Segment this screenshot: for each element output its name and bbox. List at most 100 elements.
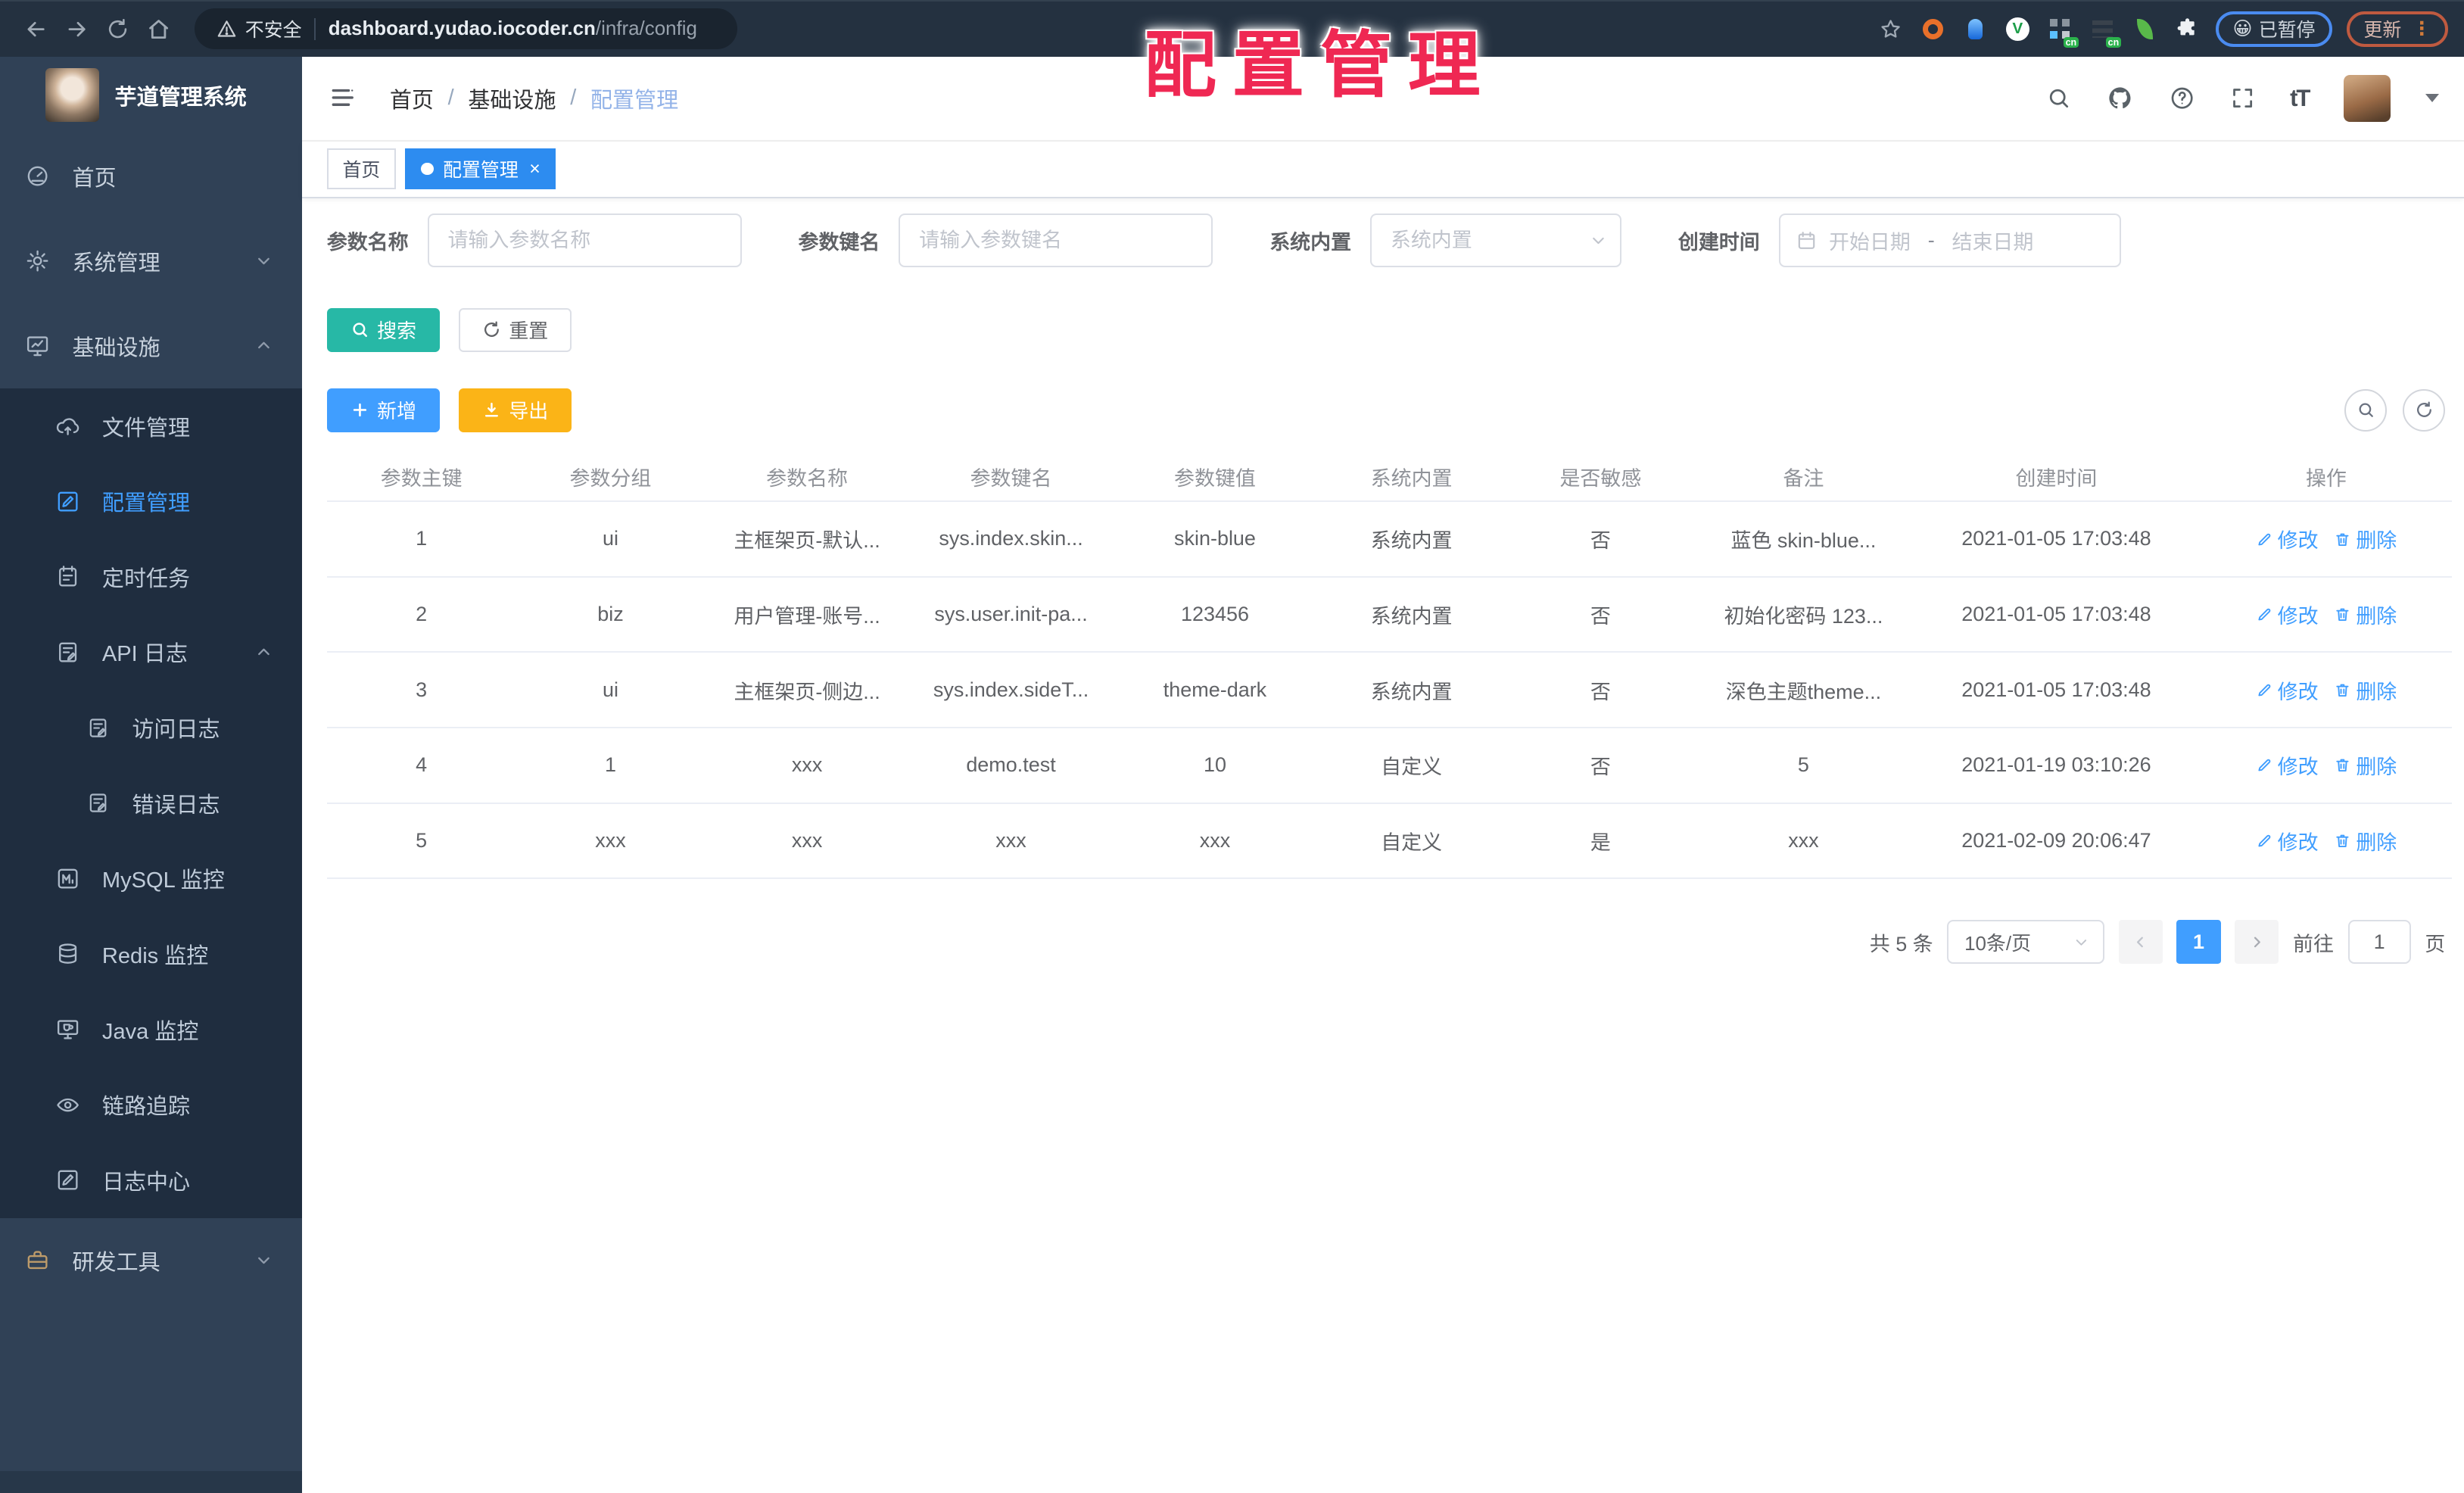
trash-icon <box>2336 684 2349 697</box>
chevron-up-icon <box>254 336 273 355</box>
header-search-icon[interactable] <box>2046 86 2071 111</box>
plus-icon <box>353 404 366 417</box>
page-size-select[interactable] <box>1947 920 2104 965</box>
chevron-left-icon <box>2137 937 2144 948</box>
total-count: 共 5 条 <box>1869 932 1933 955</box>
delete-link[interactable]: 删除 <box>2334 600 2397 629</box>
sidebar-item-java-monitor[interactable]: Java 监控 <box>0 992 302 1068</box>
bookmark-star-icon[interactable] <box>1877 15 1905 43</box>
add-button[interactable]: 新增 <box>326 388 441 432</box>
grid-cn-extension-icon[interactable]: cn <box>2046 15 2079 48</box>
tag-config-management[interactable]: 配置管理 × <box>405 148 556 190</box>
puzzle-extensions-icon[interactable] <box>2173 15 2201 43</box>
app-logo-row[interactable]: 芋道管理系统 <box>0 57 302 134</box>
update-button[interactable]: 更新 ⋮ <box>2346 11 2449 48</box>
green-leaf-extension-icon[interactable] <box>2131 15 2159 43</box>
sidebar-item-file-management[interactable]: 文件管理 <box>0 388 302 464</box>
page-size-value[interactable] <box>1947 920 2104 965</box>
edit-link[interactable]: 修改 <box>2256 826 2319 856</box>
sidebar-item-log-center[interactable]: 日志中心 <box>0 1142 302 1218</box>
paused-badge[interactable]: 😀 已暂停 <box>2215 11 2333 48</box>
delete-link[interactable]: 删除 <box>2334 750 2397 780</box>
sidebar-item-config-management[interactable]: 配置管理 <box>0 463 302 539</box>
tag-home[interactable]: 首页 <box>326 148 396 190</box>
sidebar-item-system[interactable]: 系统管理 <box>0 219 302 304</box>
date-range-picker[interactable]: 开始日期 - 结束日期 <box>1778 214 2122 267</box>
browser-home-button[interactable] <box>139 8 179 49</box>
breadcrumb-home[interactable]: 首页 <box>390 83 434 114</box>
calendar-icon <box>1796 229 1818 251</box>
table-row: 5 xxx xxx xxx xxx 自定义 是 xxx 2021-02-09 20:06… <box>326 803 2452 880</box>
github-icon[interactable] <box>2106 84 2134 112</box>
refresh-icon <box>2416 401 2431 418</box>
edit-link[interactable]: 修改 <box>2256 524 2319 553</box>
goto-page-input[interactable] <box>2347 920 2411 965</box>
help-icon[interactable] <box>2169 85 2195 111</box>
pagination: 共 5 条 1 前往 页 <box>327 920 2452 965</box>
sidebar-item-tracing[interactable]: 链路追踪 <box>0 1068 302 1143</box>
mysql-icon <box>58 868 78 889</box>
browser-back-button[interactable] <box>16 8 57 49</box>
trash-icon <box>2336 608 2349 622</box>
search-button[interactable]: 搜索 <box>326 307 441 352</box>
edit-link[interactable]: 修改 <box>2256 600 2319 629</box>
clipboard-icon <box>58 566 76 587</box>
avatar-caret-icon[interactable] <box>2425 94 2439 103</box>
param-key-input[interactable] <box>899 214 1213 267</box>
eye-icon <box>56 1098 79 1112</box>
sidebar-item-scheduled-tasks[interactable]: 定时任务 <box>0 539 302 615</box>
reload-icon <box>109 18 127 39</box>
end-date-placeholder: 结束日期 <box>1952 231 2034 254</box>
user-avatar[interactable] <box>2344 74 2391 122</box>
font-size-icon[interactable]: tT <box>2290 85 2310 112</box>
prev-page-button[interactable] <box>2118 920 2163 965</box>
export-button[interactable]: 导出 <box>458 388 572 432</box>
address-bar[interactable]: 不安全 dashboard.yudao.iocoder.cn/infra/con… <box>195 8 737 50</box>
reset-button[interactable]: 重置 <box>458 307 572 352</box>
hamburger-toggle[interactable] <box>327 84 362 112</box>
home-icon <box>149 19 169 39</box>
green-check-extension-icon[interactable]: V <box>2004 15 2032 43</box>
param-name-label: 参数名称 <box>326 231 409 254</box>
browser-reload-button[interactable] <box>98 8 139 49</box>
delete-link[interactable]: 删除 <box>2334 675 2397 705</box>
breadcrumb-infrastructure[interactable]: 基础设施 <box>468 83 556 114</box>
url-host: dashboard.yudao.iocoder.cn <box>328 17 596 39</box>
tags-view-bar: 首页 配置管理 × <box>301 141 2464 198</box>
browser-forward-button[interactable] <box>57 8 98 49</box>
sidebar-item-dev-tools[interactable]: 研发工具 <box>0 1218 302 1303</box>
fullscreen-icon[interactable] <box>2230 86 2255 111</box>
builtin-select-input[interactable] <box>1369 214 1622 267</box>
sidebar-item-redis-monitor[interactable]: Redis 监控 <box>0 916 302 992</box>
sidebar-item-infrastructure[interactable]: 基础设施 <box>0 304 302 388</box>
action-button-row: 新增 导出 <box>326 388 2452 432</box>
blue-pin-extension-icon[interactable] <box>1961 15 1989 43</box>
delete-link[interactable]: 删除 <box>2334 524 2397 553</box>
edit-pen-icon <box>2257 533 2270 545</box>
close-icon[interactable]: × <box>529 159 540 179</box>
refresh-table-button[interactable] <box>2403 388 2446 432</box>
kebab-menu-icon[interactable]: ⋮ <box>2413 17 2431 40</box>
edit-square-icon <box>58 1170 78 1190</box>
builtin-label: 系统内置 <box>1269 231 1352 254</box>
edit-link[interactable]: 修改 <box>2256 750 2319 780</box>
page-number-current[interactable]: 1 <box>2176 920 2221 965</box>
edit-link[interactable]: 修改 <box>2256 675 2319 705</box>
sidebar-item-home[interactable]: 首页 <box>0 133 302 218</box>
redis-database-icon <box>58 943 76 965</box>
builtin-select[interactable] <box>1369 214 1622 267</box>
sidebar-item-error-logs[interactable]: 错误日志 <box>0 765 302 841</box>
sidebar-item-mysql-monitor[interactable]: MySQL 监控 <box>0 841 302 917</box>
next-page-button[interactable] <box>2235 920 2279 965</box>
sidebar-footer <box>0 1471 302 1493</box>
toggle-search-button[interactable] <box>2344 388 2388 432</box>
document-pen-icon <box>89 718 107 737</box>
list-cn-extension-icon[interactable]: cn <box>2089 15 2122 48</box>
sidebar-item-api-logs[interactable]: API 日志 <box>0 615 302 690</box>
param-name-input[interactable] <box>427 214 742 267</box>
sidebar-item-access-logs[interactable]: 访问日志 <box>0 690 302 765</box>
orange-ring-extension-icon[interactable] <box>1919 15 1947 43</box>
trash-icon <box>2336 759 2349 772</box>
delete-link[interactable]: 删除 <box>2334 826 2397 856</box>
page-suffix: 页 <box>2425 932 2446 955</box>
